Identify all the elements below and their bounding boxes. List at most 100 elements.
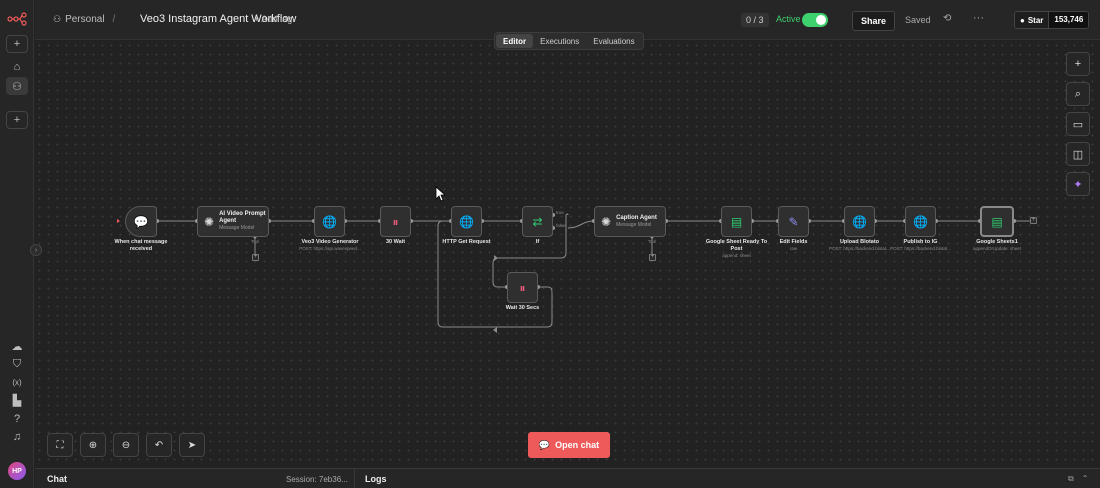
- popout-icon[interactable]: ⧉: [1068, 474, 1074, 484]
- node-30-wait[interactable]: ⏸: [380, 206, 411, 237]
- node-http-get-label: HTTP Get Request: [442, 239, 491, 245]
- node-chat-trigger[interactable]: 💬: [125, 206, 157, 237]
- open-chat-label: Open chat: [555, 440, 600, 450]
- sticky-note-button[interactable]: ▭: [1066, 112, 1090, 136]
- pause-icon: ⏸: [392, 214, 399, 229]
- add-tag-button[interactable]: + Add tag: [254, 14, 292, 24]
- sparkle-icon: ✦: [1073, 178, 1083, 191]
- chevron-up-icon[interactable]: ⌃: [1082, 474, 1089, 484]
- node-publish-ig-sub: POST: https://backend.blotat...: [890, 246, 951, 251]
- add-tool-button[interactable]: +: [649, 254, 656, 261]
- chat-bubble-icon: 💬: [538, 439, 551, 450]
- history-icon[interactable]: ⟲: [943, 13, 951, 24]
- add-node-toolbar-button[interactable]: +: [1066, 52, 1090, 76]
- left-sidebar: + ⌂ ⚇ + ☁ ⛉ (x) ▙ ? ♫ HP: [0, 0, 34, 488]
- note-icon: ▭: [1072, 118, 1084, 131]
- chat-panel-tab[interactable]: Chat: [47, 474, 67, 484]
- n8n-app: + ⌂ ⚇ + ☁ ⛉ (x) ▙ ? ♫ HP ⚇ Personal / Ve…: [0, 0, 1100, 488]
- add-project-button[interactable]: +: [6, 111, 28, 129]
- node-publish-ig-label: Publish to IG: [903, 239, 938, 245]
- user-icon: ⚇: [53, 14, 62, 24]
- workflow-canvas[interactable]: [35, 41, 1100, 467]
- github-star-label: Star: [1027, 15, 1044, 25]
- variables-button[interactable]: (x): [6, 373, 28, 391]
- zoom-in-icon: ⊕: [88, 439, 98, 451]
- collapse-sidebar-button[interactable]: ›: [30, 244, 42, 256]
- active-toggle[interactable]: [802, 13, 828, 27]
- user-icon: ⚇: [12, 80, 22, 93]
- node-caption-title: Caption Agent: [616, 214, 657, 221]
- globe-icon: 🌐: [913, 214, 928, 229]
- node-google-sheets1[interactable]: ▤: [980, 206, 1014, 237]
- add-tool-button[interactable]: +: [252, 254, 259, 261]
- plus-icon: +: [1074, 58, 1082, 70]
- node-edit-fields-label: Edit Fields: [779, 239, 808, 245]
- home-button[interactable]: ⌂: [6, 58, 28, 76]
- add-node-button[interactable]: +: [1030, 217, 1037, 224]
- active-label: Active: [776, 14, 801, 24]
- cloud-icon: ☁: [11, 340, 23, 353]
- node-upload-blotato[interactable]: 🌐: [844, 206, 875, 237]
- node-veo3-sub: POST: https://api.wavespeed...: [299, 246, 361, 251]
- github-star-button[interactable]: ● Star 153,746: [1014, 11, 1090, 29]
- breadcrumb[interactable]: ⚇ Personal /: [53, 14, 119, 25]
- node-caption-agent[interactable]: ✺ Caption Agent Message Model: [594, 206, 666, 237]
- globe-icon: 🌐: [852, 214, 867, 229]
- create-button[interactable]: +: [6, 35, 28, 53]
- zoom-in-button[interactable]: ⊕: [80, 433, 106, 457]
- breadcrumb-project[interactable]: Personal: [65, 14, 104, 25]
- templates-icon: ⛉: [12, 357, 22, 370]
- personal-button[interactable]: ⚇: [6, 77, 28, 95]
- node-publish-to-ig[interactable]: 🌐: [905, 206, 936, 237]
- tidy-up-button[interactable]: ➤: [179, 433, 205, 457]
- logs-panel-tab[interactable]: Logs: [365, 474, 387, 484]
- if-true-tag: true: [556, 210, 564, 215]
- templates-button[interactable]: ⛉: [6, 355, 28, 373]
- globe-icon: 🌐: [459, 214, 474, 229]
- tab-executions[interactable]: Executions: [533, 34, 586, 48]
- breadcrumb-separator: /: [112, 14, 116, 25]
- undo-button[interactable]: ↶: [146, 433, 172, 457]
- open-chat-button[interactable]: 💬 Open chat: [528, 432, 610, 458]
- tab-editor[interactable]: Editor: [496, 34, 534, 48]
- help-button[interactable]: ?: [6, 410, 28, 428]
- search-button[interactable]: ⌕: [1066, 82, 1090, 106]
- avatar[interactable]: HP: [8, 462, 26, 480]
- plus-icon: +: [13, 38, 21, 50]
- node-if[interactable]: ⇄: [522, 206, 553, 237]
- node-google-sheet-ready[interactable]: ▤: [721, 206, 752, 237]
- github-icon: ●: [1020, 15, 1025, 25]
- tab-evaluations[interactable]: Evaluations: [586, 34, 641, 48]
- node-ai-agent-tool-tag: Tool: [251, 239, 260, 244]
- cloud-button[interactable]: ☁: [6, 337, 28, 355]
- node-wait-30-secs[interactable]: ⏸: [507, 272, 538, 303]
- node-veo3-video-generator[interactable]: 🌐: [314, 206, 345, 237]
- insights-button[interactable]: ▙: [6, 391, 28, 409]
- zoom-out-button[interactable]: ⊖: [113, 433, 139, 457]
- node-gsheet-ready-label: Google Sheet Ready To Post: [705, 239, 768, 252]
- node-gsheets1-sub: appendOrUpdate: sheet: [972, 246, 1022, 251]
- node-veo3-label: Veo3 Video Generator: [301, 239, 359, 245]
- more-options-icon[interactable]: ···: [973, 12, 984, 24]
- panel-toggle-button[interactable]: ◫: [1066, 142, 1090, 166]
- pencil-icon: ✎: [788, 214, 799, 229]
- share-button[interactable]: Share: [852, 11, 896, 31]
- n8n-logo-icon[interactable]: [7, 12, 27, 26]
- task-counter: 0 / 3: [741, 13, 769, 27]
- ai-assistant-button[interactable]: ✦: [1066, 172, 1090, 196]
- node-http-get-request[interactable]: 🌐: [451, 206, 482, 237]
- openai-icon: ✺: [601, 214, 612, 229]
- node-edit-fields[interactable]: ✎: [778, 206, 809, 237]
- notifications-button[interactable]: ♫: [6, 428, 28, 446]
- saved-status: Saved: [905, 15, 931, 25]
- node-ai-video-prompt-agent[interactable]: ✺ AI Video Prompt Agent Message Model: [197, 206, 269, 237]
- panel-controls: ⧉ ⌃: [1068, 474, 1088, 484]
- help-icon: ?: [13, 413, 21, 425]
- google-sheets-icon: ▤: [991, 214, 1003, 229]
- node-ai-agent-sub: Message Model: [219, 225, 255, 231]
- panel-icon: ◫: [1072, 148, 1084, 161]
- node-gsheets1-label: Google Sheets1: [976, 239, 1018, 245]
- bell-icon: ♫: [12, 431, 22, 443]
- fit-view-button[interactable]: ⛶: [47, 433, 73, 457]
- bottom-panel-bar: Chat Session: 7eb36... Logs ⧉ ⌃: [35, 468, 1100, 488]
